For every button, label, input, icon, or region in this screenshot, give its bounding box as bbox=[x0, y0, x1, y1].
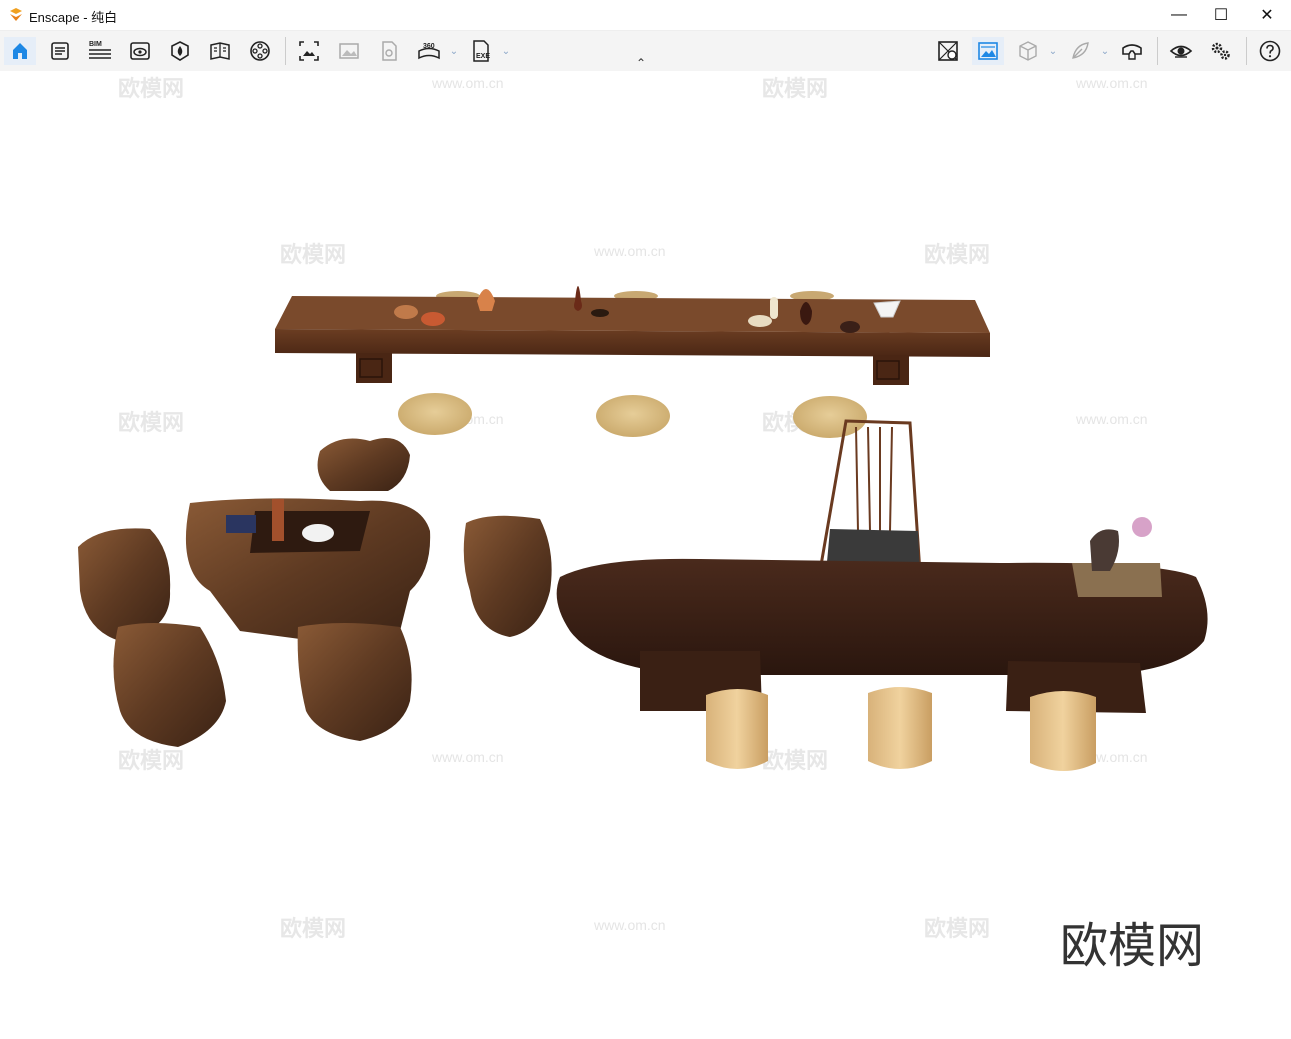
feather-button[interactable] bbox=[1064, 37, 1096, 65]
material-editor-button[interactable] bbox=[932, 37, 964, 65]
minimize-button[interactable]: — bbox=[1156, 0, 1202, 30]
floor-cushion bbox=[596, 395, 670, 437]
maximize-icon: ☐ bbox=[1213, 7, 1229, 24]
collapse-toolbar-button[interactable]: ⌃ bbox=[636, 56, 654, 70]
home-icon bbox=[13, 43, 27, 59]
window-title: Enscape - 纯白 bbox=[29, 10, 118, 25]
help-icon bbox=[1259, 40, 1281, 62]
root-tea-set bbox=[78, 438, 552, 747]
drum-stools bbox=[706, 687, 1096, 771]
home-button[interactable] bbox=[4, 37, 36, 65]
library-button[interactable] bbox=[204, 37, 236, 65]
cube-view-button[interactable] bbox=[1012, 37, 1044, 65]
help-button[interactable] bbox=[1254, 37, 1286, 65]
panorama-button[interactable]: 360 bbox=[413, 37, 445, 65]
notes-icon bbox=[51, 42, 69, 60]
toolbar-separator bbox=[1157, 37, 1158, 65]
asset-library-button[interactable] bbox=[164, 37, 196, 65]
close-icon: ✕ bbox=[1260, 7, 1274, 24]
title-bar: Enscape - 纯白 — ☐ ✕ bbox=[0, 0, 1291, 31]
export-dropdown[interactable]: ⌄ bbox=[501, 37, 511, 65]
view-icon bbox=[130, 42, 150, 60]
visibility-icon bbox=[1169, 45, 1193, 58]
batch-render-icon bbox=[339, 43, 359, 59]
video-icon bbox=[382, 41, 397, 61]
settings-icon bbox=[1211, 42, 1230, 60]
feather-icon bbox=[1072, 42, 1089, 59]
settings-button[interactable] bbox=[1205, 37, 1237, 65]
scene-render bbox=[78, 286, 1208, 771]
panorama-dropdown[interactable]: ⌄ bbox=[449, 37, 459, 65]
brand-watermark: 欧模网 bbox=[1060, 918, 1205, 974]
toolbar-separator bbox=[285, 37, 286, 65]
atmosphere-button[interactable] bbox=[972, 37, 1004, 65]
video-editor-button[interactable] bbox=[373, 37, 405, 65]
screenshot-icon bbox=[299, 41, 319, 61]
feather-dropdown[interactable]: ⌄ bbox=[1100, 37, 1110, 65]
atmosphere-icon bbox=[978, 42, 998, 60]
minimize-icon: — bbox=[1171, 6, 1187, 23]
pano-360-icon: 360 bbox=[418, 43, 440, 60]
screenshot-button[interactable] bbox=[293, 37, 325, 65]
render-viewport[interactable]: 欧模网 www.om.cn 欧模网 www.om.cn 欧模网 www.om.c… bbox=[0, 71, 1291, 1039]
toolbar-separator bbox=[1246, 37, 1247, 65]
enscape-logo-icon bbox=[10, 8, 22, 21]
view-management-button[interactable] bbox=[124, 37, 156, 65]
svg-text:EXE: EXE bbox=[476, 53, 490, 60]
library-icon bbox=[210, 42, 230, 60]
chevron-up-icon: ⌃ bbox=[636, 56, 647, 70]
reel-button[interactable] bbox=[244, 37, 276, 65]
batch-render-button[interactable] bbox=[333, 37, 365, 65]
bim-icon: BIM bbox=[89, 41, 111, 59]
exe-export-button[interactable]: EXE bbox=[465, 37, 497, 65]
svg-text:BIM: BIM bbox=[89, 41, 102, 48]
visibility-button[interactable] bbox=[1165, 37, 1197, 65]
reel-icon bbox=[250, 41, 270, 61]
ming-chair bbox=[818, 419, 922, 575]
maximize-button[interactable]: ☐ bbox=[1198, 0, 1244, 30]
vr-headset-icon bbox=[1122, 44, 1142, 60]
long-table bbox=[275, 286, 990, 385]
cube-view-dropdown[interactable]: ⌄ bbox=[1048, 37, 1058, 65]
close-button[interactable]: ✕ bbox=[1244, 0, 1290, 30]
floor-cushion bbox=[398, 393, 472, 435]
notes-button[interactable] bbox=[44, 37, 76, 65]
asset-icon bbox=[171, 41, 189, 61]
bim-button[interactable]: BIM bbox=[84, 37, 116, 65]
vr-headset-button[interactable] bbox=[1116, 37, 1148, 65]
exe-export-icon: EXE bbox=[473, 40, 490, 62]
material-editor-icon bbox=[938, 41, 958, 61]
cube-view-icon bbox=[1019, 41, 1037, 61]
